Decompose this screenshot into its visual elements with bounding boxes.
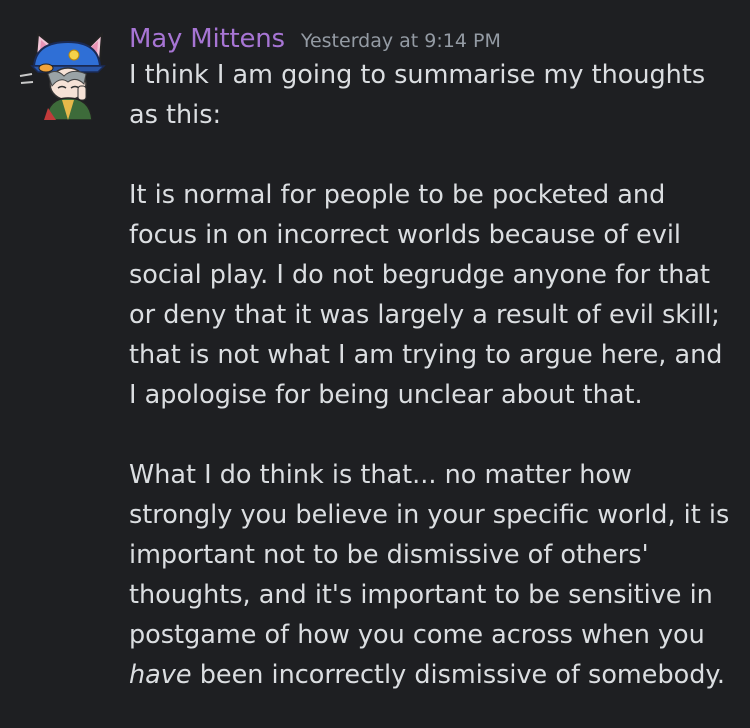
message-paragraph: What I do think is that... no matter how…	[129, 455, 732, 695]
chat-message: May Mittens Yesterday at 9:14 PM I think…	[0, 0, 750, 728]
user-avatar-icon	[19, 31, 106, 121]
message-paragraph: I think I am going to summarise my thoug…	[129, 60, 706, 130]
message-paragraph-text: What I do think is that... no matter how…	[129, 460, 730, 650]
message-paragraph: It is normal for people to be pocketed a…	[129, 180, 723, 410]
message-content: May Mittens Yesterday at 9:14 PM I think…	[129, 24, 732, 695]
emphasized-text: have	[129, 660, 192, 690]
message-paragraph-tail: been incorrectly dismissive of somebody.	[199, 660, 725, 690]
message-header: May Mittens Yesterday at 9:14 PM	[129, 24, 732, 54]
timestamp[interactable]: Yesterday at 9:14 PM	[301, 30, 501, 52]
avatar[interactable]	[18, 28, 110, 121]
username[interactable]: May Mittens	[129, 24, 285, 54]
message-body: I think I am going to summarise my thoug…	[129, 55, 732, 695]
